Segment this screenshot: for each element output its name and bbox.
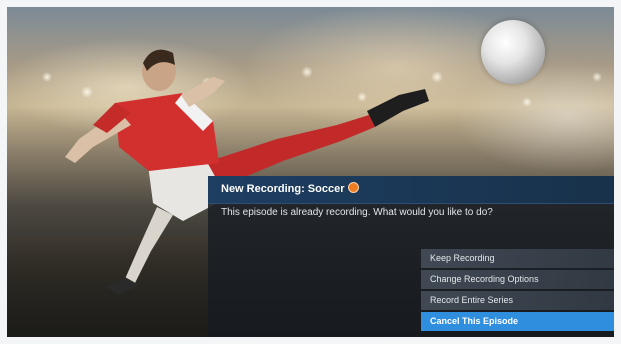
option-keep-recording[interactable]: Keep Recording — [421, 249, 614, 268]
options-list: Keep Recording Change Recording Options … — [421, 249, 614, 333]
dialog-message: This episode is already recording. What … — [221, 207, 493, 218]
record-icon — [348, 182, 360, 193]
tv-screen: New Recording: Soccer This episode is al… — [0, 0, 621, 344]
option-record-entire-series[interactable]: Record Entire Series — [421, 291, 614, 310]
dialog-title: New Recording: Soccer — [221, 183, 345, 195]
recording-dialog: New Recording: Soccer This episode is al… — [208, 176, 614, 337]
option-change-recording-options[interactable]: Change Recording Options — [421, 270, 614, 289]
option-cancel-this-episode[interactable]: Cancel This Episode — [421, 312, 614, 331]
dialog-header: New Recording: Soccer — [208, 176, 614, 204]
